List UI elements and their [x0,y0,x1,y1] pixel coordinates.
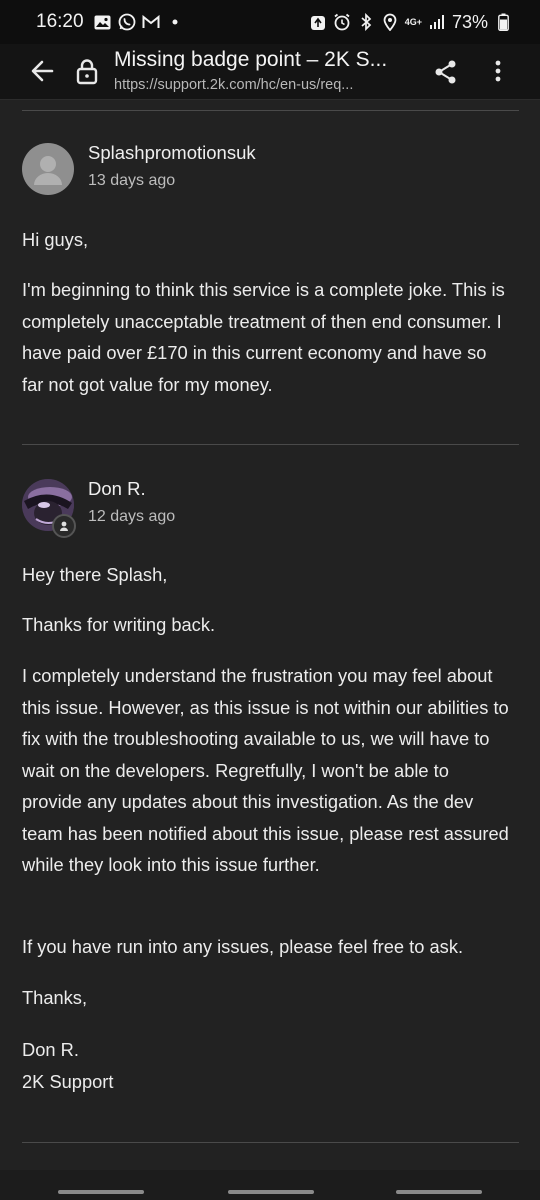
comments-content: Splashpromotionsuk 13 days ago Hi guys, … [0,100,540,1170]
bluetooth-icon [357,13,375,31]
comment-paragraph: Thanks, [22,987,88,1008]
network-type-label: 4G+ [404,16,422,27]
alarm-icon [333,13,351,31]
signal-icon [428,13,446,31]
phone-screen: 16:20 4G+ 73% Missing badge point – 2K S… [0,0,540,1200]
comment-paragraph: Hi guys, [22,229,89,250]
comment-paragraph: Thanks for writing back. [22,614,216,635]
comment-author[interactable]: Splashpromotionsuk [88,142,256,164]
user-avatar-icon[interactable] [22,143,74,195]
back-arrow-icon[interactable] [28,56,58,86]
divider [22,110,519,111]
comment-paragraph: I completely understand the frustration … [22,665,509,875]
agent-badge-icon [52,514,76,538]
share-icon[interactable] [432,58,460,86]
comment-signature-name: Don R. [22,1039,79,1060]
comment-paragraph: If you have run into any issues, please … [22,936,464,957]
more-options-icon[interactable] [486,56,510,86]
divider [22,444,519,445]
comment-author[interactable]: Don R. [88,478,146,500]
comment-paragraph: Hey there Splash, [22,564,168,585]
comment-paragraph: I'm beginning to think this service is a… [22,279,505,395]
home-gesture-handle[interactable] [228,1190,314,1194]
notification-dot-icon [166,13,184,31]
gmail-icon [142,13,160,31]
comment-signature-team: 2K Support [22,1071,114,1092]
status-bar: 16:20 4G+ 73% [0,0,540,44]
gallery-icon [94,13,112,31]
battery-icon [494,13,512,31]
address-bar[interactable]: Missing badge point – 2K S... https://su… [114,46,414,95]
comment-time: 12 days ago [88,508,176,525]
page-url: https://support.2k.com/hc/en-us/req... [114,77,354,93]
battery-percent: 73% [451,11,488,32]
recycle-icon [309,13,327,31]
location-icon [381,13,399,31]
whatsapp-icon [118,13,136,31]
lock-icon[interactable] [74,57,100,85]
page-title: Missing badge point – 2K S... [114,48,388,71]
recents-gesture-handle[interactable] [58,1190,144,1194]
divider [22,1142,519,1143]
status-time: 16:20 [36,11,84,32]
back-gesture-handle[interactable] [396,1190,482,1194]
comment-time: 13 days ago [88,172,176,189]
navigation-bar [0,1170,540,1200]
browser-toolbar: Missing badge point – 2K S... https://su… [0,44,540,100]
